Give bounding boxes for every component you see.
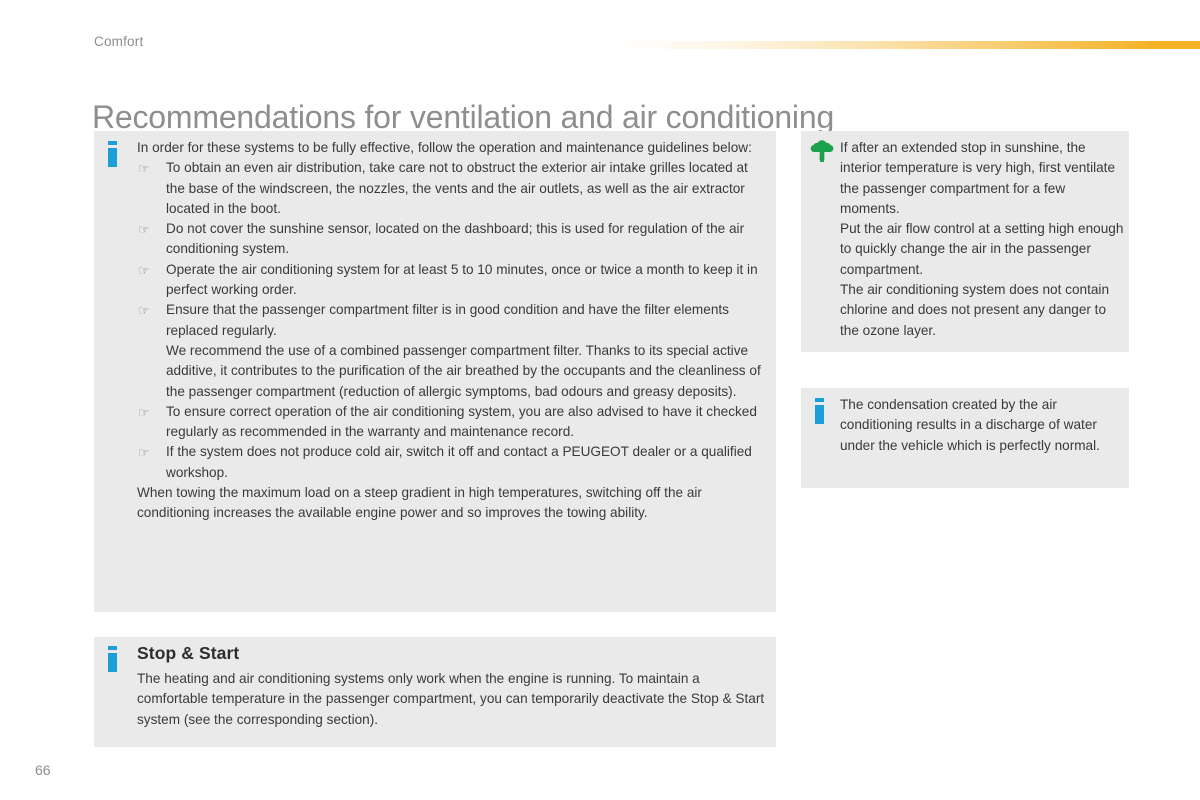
eco-paragraph: If after an extended stop in sunshine, t…	[840, 140, 1116, 216]
pointer-bullet-icon: ☞	[138, 303, 150, 319]
list-item: ☞ To obtain an even air distribution, ta…	[137, 158, 769, 219]
list-item: ☞ Ensure that the passenger compartment …	[137, 300, 769, 401]
stop-start-body: The heating and air conditioning systems…	[137, 669, 769, 730]
eco-paragraph: Put the air flow control at a setting hi…	[840, 221, 1124, 277]
list-item: ☞ If the system does not produce cold ai…	[137, 442, 769, 483]
pointer-bullet-icon: ☞	[138, 161, 150, 177]
stop-start-heading: Stop & Start	[137, 643, 240, 663]
info-icon	[108, 141, 117, 172]
list-item-text: To obtain an even air distribution, take…	[166, 160, 748, 216]
list-item: ☞ Operate the air conditioning system fo…	[137, 260, 769, 301]
list-item-text: To ensure correct operation of the air c…	[166, 403, 757, 440]
list-item-text: If the system does not produce cold air,…	[166, 444, 752, 480]
list-item: ☞ To ensure correct operation of the air…	[137, 402, 769, 443]
pointer-bullet-icon: ☞	[138, 404, 150, 420]
stop-start-paragraph: The heating and air conditioning systems…	[137, 671, 765, 727]
eco-paragraph: The air conditioning system does not con…	[840, 282, 1110, 338]
list-item-text: Do not cover the sunshine sensor, locate…	[166, 221, 745, 257]
page-number: 66	[35, 762, 51, 778]
recommendations-bullet-list: ☞ To obtain an even air distribution, ta…	[137, 158, 769, 483]
info-icon	[815, 398, 824, 429]
info-icon	[108, 646, 117, 677]
eco-note-body: If after an extended stop in sunshine, t…	[840, 138, 1124, 341]
recommendations-closing: When towing the maximum load on a steep …	[137, 485, 702, 521]
header-accent-bar	[612, 41, 1200, 49]
pointer-bullet-icon: ☞	[138, 222, 150, 238]
list-item-text: Ensure that the passenger compartment fi…	[166, 302, 729, 338]
pointer-bullet-icon: ☞	[138, 262, 150, 278]
eco-tree-icon	[809, 139, 835, 165]
condensation-note-body: The condensation created by the air cond…	[840, 395, 1124, 456]
list-item-subtext: We recommend the use of a combined passe…	[166, 342, 761, 399]
pointer-bullet-icon: ☞	[138, 445, 150, 461]
condensation-paragraph: The condensation created by the air cond…	[840, 397, 1100, 453]
recommendations-intro: In order for these systems to be fully e…	[137, 140, 752, 155]
breadcrumb-section-label: Comfort	[94, 34, 144, 49]
recommendations-body: In order for these systems to be fully e…	[137, 138, 769, 524]
list-item-text: Operate the air conditioning system for …	[166, 261, 758, 298]
list-item: ☞ Do not cover the sunshine sensor, loca…	[137, 219, 769, 260]
